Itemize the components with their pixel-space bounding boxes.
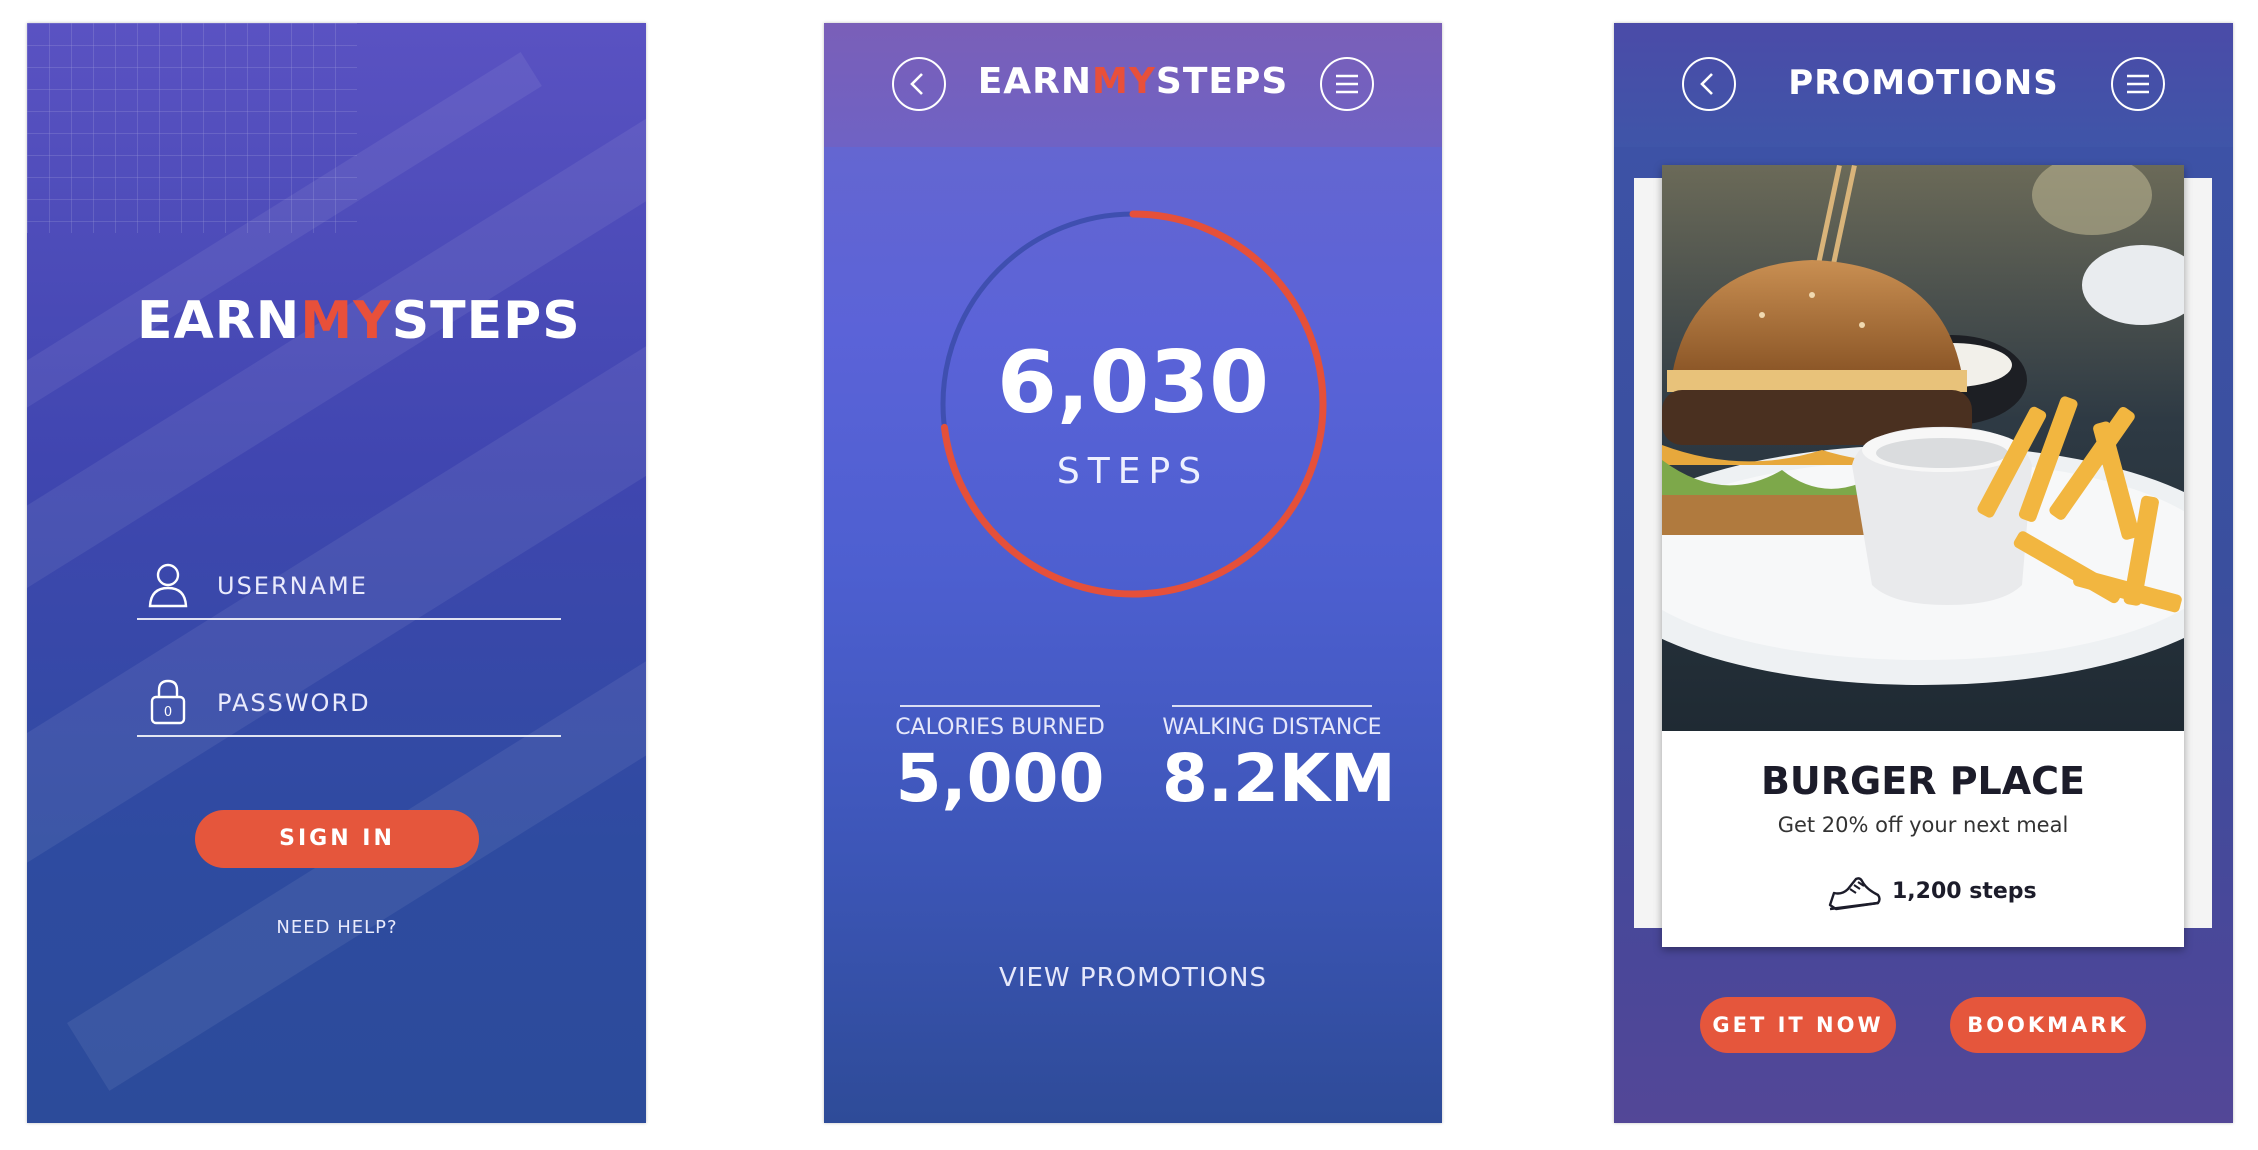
promotion-offer: Get 20% off your next meal	[1777, 813, 2069, 837]
sign-in-button[interactable]: SIGN IN	[195, 810, 479, 868]
sneaker-icon	[1826, 871, 1882, 915]
divider	[900, 705, 1100, 707]
svg-text:0: 0	[164, 705, 172, 720]
hamburger-menu-icon	[1336, 74, 1358, 94]
menu-button[interactable]	[2111, 57, 2165, 111]
steps-label: STEPS	[1056, 451, 1210, 492]
calories-label: CALORIES BURNED	[895, 715, 1105, 740]
distance-value: 8.2KM	[1162, 740, 1396, 817]
calories-stat: CALORIES BURNED 5,000	[890, 705, 1110, 817]
username-field[interactable]: USERNAME	[137, 558, 561, 620]
menu-button[interactable]	[1320, 57, 1374, 111]
bookmark-button[interactable]: BOOKMARK	[1950, 997, 2146, 1053]
login-screen: EARNMYSTEPS USERNAME 0 PASSWORD SIGN IN …	[27, 23, 646, 1123]
password-field[interactable]: 0 PASSWORD	[137, 675, 561, 737]
promotions-screen: PROMOTIONS BURGER PLACE Get 20% off your…	[1614, 23, 2233, 1123]
step-count: 6,030	[996, 333, 1270, 433]
header-bar: PROMOTIONS	[1614, 23, 2233, 147]
promotion-steps-cost: 1,200 steps	[1892, 879, 2037, 904]
distance-label: WALKING DISTANCE	[1162, 715, 1382, 740]
username-placeholder: USERNAME	[217, 572, 368, 600]
burger-photo	[1662, 165, 2184, 731]
password-placeholder: PASSWORD	[217, 689, 371, 717]
calories-value: 5,000	[895, 740, 1105, 817]
view-promotions-link[interactable]: VIEW PROMOTIONS	[824, 963, 1442, 993]
hamburger-menu-icon	[2127, 74, 2149, 94]
user-icon	[145, 558, 191, 610]
lock-icon: 0	[145, 675, 191, 727]
app-logo: EARNMYSTEPS	[137, 291, 581, 351]
need-help-link[interactable]: NEED HELP?	[195, 917, 479, 938]
distance-stat: WALKING DISTANCE 8.2KM	[1162, 705, 1396, 817]
divider	[1172, 705, 1372, 707]
promotion-title: BURGER PLACE	[1760, 759, 2086, 803]
steps-screen: EARNMYSTEPS 6,030 STEPS CALORIES BURNED …	[824, 23, 1442, 1123]
get-it-now-button[interactable]: GET IT NOW	[1700, 997, 1896, 1053]
promotion-card[interactable]: BURGER PLACE Get 20% off your next meal …	[1662, 165, 2184, 947]
header-bar: EARNMYSTEPS	[824, 23, 1442, 147]
